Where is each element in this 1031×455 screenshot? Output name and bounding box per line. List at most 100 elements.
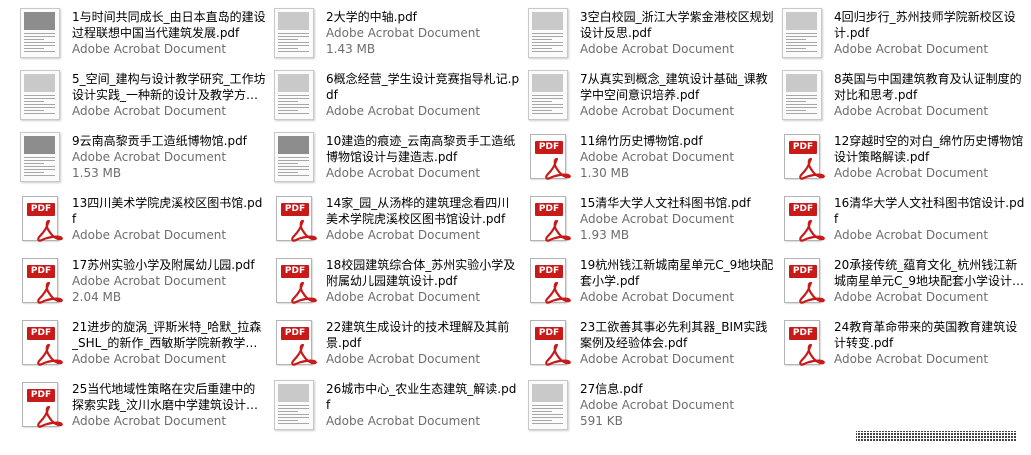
file-info: 8英国与中国建筑教育及认证制度的对比和思考.pdf Adobe Acrobat D…	[834, 68, 1027, 119]
file-name: 23工欲善其事必先利其器_BIM实践案例及经验体会.pdf	[580, 320, 768, 350]
file-tile[interactable]: PDF 19杭州钱江新城南星单元C_9地块配套小学.pdf Adobe Acroba…	[520, 254, 774, 316]
file-tile[interactable]: PDF20承接传统_蕴育文化_杭州钱江新城南星单元C_9地块配套小学设计.pdf…	[774, 254, 1027, 316]
file-tile[interactable]: 1与时间共同成长_由日本直岛的建设过程联想中国当代建筑发展.pdf Adobe A…	[12, 6, 266, 68]
file-tile[interactable]: PDF 13四川美术学院虎溪校区图书馆.pdf Adobe Acrobat Docu…	[12, 192, 266, 254]
file-tile[interactable]: PDF 14家_园_从汤桦的建筑理念看四川美术学院虎溪校区图书馆设计.pdf Ado…	[266, 192, 520, 254]
file-type: Adobe Acrobat Document	[326, 414, 481, 428]
file-type: Adobe Acrobat Document	[580, 42, 735, 56]
file-tile[interactable]: 8英国与中国建筑教育及认证制度的对比和思考.pdf Adobe Acrobat D…	[774, 68, 1027, 130]
file-tile[interactable]: 3空白校园_浙江大学紫金港校区规划设计反思.pdf Adobe Acrobat D…	[520, 6, 774, 68]
document-thumbnail-icon	[12, 68, 68, 122]
file-name: 7从真实到概念_建筑设计基础_课教学中空间意识培养.pdf	[580, 72, 768, 102]
file-grid: 1与时间共同成长_由日本直岛的建设过程联想中国当代建筑发展.pdf Adobe A…	[12, 6, 1027, 440]
file-type: Adobe Acrobat Document	[326, 228, 481, 242]
file-name: 2大学的中轴.pdf	[326, 10, 417, 24]
file-type: Adobe Acrobat Document	[72, 274, 227, 288]
file-tile[interactable]: PDF 22建筑生成设计的技术理解及其前景.pdf Adobe Acrobat Do…	[266, 316, 520, 378]
file-info: 12穿越时空的对白_绵竹历史博物馆设计策略解读.pdf Adobe Acrobat…	[834, 130, 1027, 181]
file-name: 16清华大学人文社科图书馆设计.pdf	[834, 196, 1025, 226]
file-name: 18校园建筑综合体_苏州实验小学及附属幼儿园建筑设计.pdf	[326, 258, 516, 288]
file-info: 23工欲善其事必先利其器_BIM实践案例及经验体会.pdf Adobe Acrob…	[580, 316, 774, 367]
file-size: 1.43 MB	[326, 42, 376, 56]
document-thumbnail-icon	[520, 68, 576, 122]
file-info: 13四川美术学院虎溪校区图书馆.pdf Adobe Acrobat Documen…	[72, 192, 266, 243]
document-thumbnail-icon	[12, 6, 68, 60]
file-type: Adobe Acrobat Document	[326, 104, 481, 118]
file-tile[interactable]: PDF 17苏州实验小学及附属幼儿园.pdf Adobe Acrobat Docum…	[12, 254, 266, 316]
file-name: 26城市中心_农业生态建筑_解读.pdf	[326, 382, 517, 412]
file-info: 6概念经营_学生设计竞赛指导札记.pdf Adobe Acrobat Docume…	[326, 68, 520, 119]
file-name: 13四川美术学院虎溪校区图书馆.pdf	[72, 196, 263, 226]
document-thumbnail-icon	[266, 378, 322, 432]
pdf-icon: PDF	[774, 316, 830, 370]
pdf-icon: PDF	[520, 192, 576, 246]
pdf-icon: PDF	[266, 316, 322, 370]
document-thumbnail-icon	[520, 378, 576, 432]
file-tile[interactable]: PDF 24教育革命带来的英国教育建筑设计转变.pdf Adobe Acrobat …	[774, 316, 1027, 378]
file-name: 15清华大学人文社科图书馆.pdf	[580, 196, 751, 210]
file-type: Adobe Acrobat Document	[580, 212, 735, 226]
file-tile[interactable]: PDF 11绵竹历史博物馆.pdf Adobe Acrobat Document 1.…	[520, 130, 774, 192]
file-name: 8英国与中国建筑教育及认证制度的对比和思考.pdf	[834, 72, 1022, 102]
file-name: 10建造的痕迹_云南高黎贡手工造纸博物馆设计与建造志.pdf	[326, 134, 516, 164]
file-type: Adobe Acrobat Document	[580, 398, 735, 412]
file-info: 18校园建筑综合体_苏州实验小学及附属幼儿园建筑设计.pdf Adobe Acro…	[326, 254, 520, 305]
file-tile[interactable]: 5_空间_建构与设计教学研究_工作坊设计实践_一种新的设计及教学方法探索.pdf…	[12, 68, 266, 130]
file-size: 1.53 MB	[72, 166, 122, 180]
file-tile[interactable]: PDF 21进步的旋涡_评斯米特_哈默_拉森_SHL_的新作_西敏斯学院新教学楼.…	[12, 316, 266, 378]
file-type: Adobe Acrobat Document	[326, 290, 481, 304]
pdf-icon: PDF	[520, 130, 576, 184]
file-info: 16清华大学人文社科图书馆设计.pdf Adobe Acrobat Documen…	[834, 192, 1027, 243]
file-info: 1与时间共同成长_由日本直岛的建设过程联想中国当代建筑发展.pdf Adobe A…	[72, 6, 266, 57]
file-tile[interactable]: 4回归步行_苏州技师学院新校区设计.pdf Adobe Acrobat Docum…	[774, 6, 1027, 68]
file-type: Adobe Acrobat Document	[72, 352, 227, 366]
file-tile[interactable]: PDF 23工欲善其事必先利其器_BIM实践案例及经验体会.pdf Adobe Ac…	[520, 316, 774, 378]
file-type: Adobe Acrobat Document	[72, 414, 227, 428]
file-tile[interactable]: 27信息.pdf Adobe Acrobat Document 591 KB	[520, 378, 774, 440]
file-name: 21进步的旋涡_评斯米特_哈默_拉森_SHL_的新作_西敏斯学院新教学楼.pdf	[72, 320, 262, 350]
document-thumbnail-icon	[520, 6, 576, 60]
file-info: 10建造的痕迹_云南高黎贡手工造纸博物馆设计与建造志.pdf Adobe Acro…	[326, 130, 520, 181]
file-type: Adobe Acrobat Document	[834, 352, 989, 366]
file-type: Adobe Acrobat Document	[834, 42, 989, 56]
file-tile[interactable]: 6概念经营_学生设计竞赛指导札记.pdf Adobe Acrobat Docume…	[266, 68, 520, 130]
pdf-icon: PDF	[12, 316, 68, 370]
file-tile[interactable]: 10建造的痕迹_云南高黎贡手工造纸博物馆设计与建造志.pdf Adobe Acro…	[266, 130, 520, 192]
file-name: 24教育革命带来的英国教育建筑设计转变.pdf	[834, 320, 1018, 350]
pdf-icon: PDF	[266, 192, 322, 246]
file-info: 20承接传统_蕴育文化_杭州钱江新城南星单元C_9地块配套小学设计.pdf Ado…	[834, 254, 1027, 305]
file-tile[interactable]: 9云南高黎贡手工造纸博物馆.pdf Adobe Acrobat Document 1…	[12, 130, 266, 192]
file-type: Adobe Acrobat Document	[580, 290, 735, 304]
file-tile[interactable]: PDF 15清华大学人文社科图书馆.pdf Adobe Acrobat Docume…	[520, 192, 774, 254]
file-type: Adobe Acrobat Document	[326, 26, 481, 40]
file-tile[interactable]: PDF 16清华大学人文社科图书馆设计.pdf Adobe Acrobat Docu…	[774, 192, 1027, 254]
file-name: 6概念经营_学生设计竞赛指导札记.pdf	[326, 72, 520, 102]
file-tile[interactable]: 7从真实到概念_建筑设计基础_课教学中空间意识培养.pdf Adobe Acrob…	[520, 68, 774, 130]
file-info: 21进步的旋涡_评斯米特_哈默_拉森_SHL_的新作_西敏斯学院新教学楼.pdf…	[72, 316, 266, 367]
file-type: Adobe Acrobat Document	[580, 104, 735, 118]
document-thumbnail-icon	[266, 68, 322, 122]
file-type: Adobe Acrobat Document	[834, 228, 989, 242]
file-info: 24教育革命带来的英国教育建筑设计转变.pdf Adobe Acrobat Doc…	[834, 316, 1027, 367]
file-name: 12穿越时空的对白_绵竹历史博物馆设计策略解读.pdf	[834, 134, 1024, 164]
file-name: 27信息.pdf	[580, 382, 643, 396]
file-tile[interactable]: PDF 12穿越时空的对白_绵竹历史博物馆设计策略解读.pdf Adobe Acro…	[774, 130, 1027, 192]
file-name: 3空白校园_浙江大学紫金港校区规划设计反思.pdf	[580, 10, 774, 40]
file-size: 1.30 MB	[580, 166, 630, 180]
pdf-icon: PDF	[266, 254, 322, 308]
file-tile[interactable]: PDF25当代地域性策略在灾后重建中的探索实践_汶川水磨中学建筑设计与实践.pd…	[12, 378, 266, 440]
file-type: Adobe Acrobat Document	[834, 166, 989, 180]
file-name: 25当代地域性策略在灾后重建中的探索实践_汶川水磨中学建筑设计与实践.pdf	[72, 382, 259, 412]
file-name: 20承接传统_蕴育文化_杭州钱江新城南星单元C_9地块配套小学设计.pdf	[834, 258, 1024, 288]
file-info: 22建筑生成设计的技术理解及其前景.pdf Adobe Acrobat Docum…	[326, 316, 520, 367]
file-name: 17苏州实验小学及附属幼儿园.pdf	[72, 258, 255, 272]
file-tile[interactable]: 26城市中心_农业生态建筑_解读.pdf Adobe Acrobat Docume…	[266, 378, 520, 440]
file-type: Adobe Acrobat Document	[834, 290, 989, 304]
file-info: 15清华大学人文社科图书馆.pdf Adobe Acrobat Document 1…	[580, 192, 774, 243]
pdf-icon: PDF	[12, 378, 68, 432]
file-tile[interactable]: 2大学的中轴.pdf Adobe Acrobat Document 1.43 MB	[266, 6, 520, 68]
file-info: 25当代地域性策略在灾后重建中的探索实践_汶川水磨中学建筑设计与实践.pdf Ad…	[72, 378, 266, 429]
file-tile[interactable]: PDF 18校园建筑综合体_苏州实验小学及附属幼儿园建筑设计.pdf Adobe A…	[266, 254, 520, 316]
file-info: 27信息.pdf Adobe Acrobat Document 591 KB	[580, 378, 774, 429]
file-name: 9云南高黎贡手工造纸博物馆.pdf	[72, 134, 247, 148]
